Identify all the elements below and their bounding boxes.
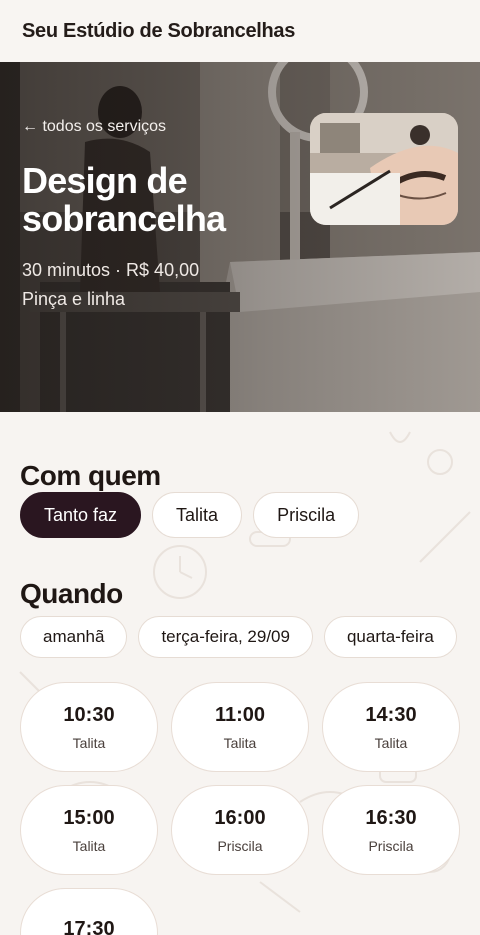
service-duration-price: 30 minutos · R$ 40,00 (22, 260, 200, 280)
time-slot[interactable]: 17:30 (20, 888, 158, 935)
time-slot[interactable]: 16:00 Priscila (171, 785, 309, 875)
when-title: Quando (20, 578, 123, 609)
time-slot[interactable]: 15:00 Talita (20, 785, 158, 875)
professional-selector: Tanto faz Talita Priscila (20, 492, 460, 538)
booking-form: Com quem Tanto faz Talita Priscila Quand… (0, 412, 480, 935)
slot-professional: Talita (223, 734, 257, 751)
day-option[interactable]: amanhã (20, 616, 128, 658)
slot-time: 15:00 (63, 806, 115, 829)
time-slot-grid: 10:30 Talita 11:00 Talita 14:30 Talita 1… (20, 682, 460, 935)
slot-professional: Priscila (217, 837, 263, 854)
service-technique: Pinça e linha (22, 289, 126, 309)
time-slot[interactable]: 10:30 Talita (20, 682, 158, 772)
time-slot[interactable]: 11:00 Talita (171, 682, 309, 772)
day-option[interactable]: terça-feira, 29/09 (138, 616, 313, 658)
slot-time: 14:30 (365, 703, 417, 726)
time-slot[interactable]: 16:30 Priscila (322, 785, 460, 875)
pro-option-priscila[interactable]: Priscila (253, 492, 360, 538)
app-header: Seu Estúdio de Sobrancelhas (0, 0, 480, 62)
time-slot[interactable]: 14:30 Talita (322, 682, 460, 772)
with-whom-title: Com quem (20, 460, 161, 491)
day-selector[interactable]: amanhã terça-feira, 29/09 quarta-feira (20, 616, 480, 658)
slot-time: 16:00 (214, 806, 266, 829)
slot-professional: Priscila (368, 837, 414, 854)
service-hero: ← todos os serviços Design de sobrancelh… (0, 62, 480, 412)
slot-professional: Talita (374, 734, 408, 751)
slot-time: 10:30 (63, 703, 115, 726)
slot-time: 11:00 (214, 703, 266, 726)
slot-time: 16:30 (365, 806, 417, 829)
eyebrow-photo-image (310, 113, 458, 225)
slot-professional: Talita (72, 837, 106, 854)
pro-option-talita[interactable]: Talita (152, 492, 243, 538)
day-option[interactable]: quarta-feira (323, 616, 457, 658)
slot-professional: Talita (72, 734, 106, 751)
back-to-services-link[interactable]: ← todos os serviços (22, 118, 166, 136)
service-thumbnail (310, 113, 458, 225)
pro-option-any[interactable]: Tanto faz (20, 492, 142, 538)
service-title: Design de sobrancelha (22, 160, 226, 239)
slot-time: 17:30 (63, 917, 115, 935)
studio-brand[interactable]: Seu Estúdio de Sobrancelhas (22, 20, 295, 43)
